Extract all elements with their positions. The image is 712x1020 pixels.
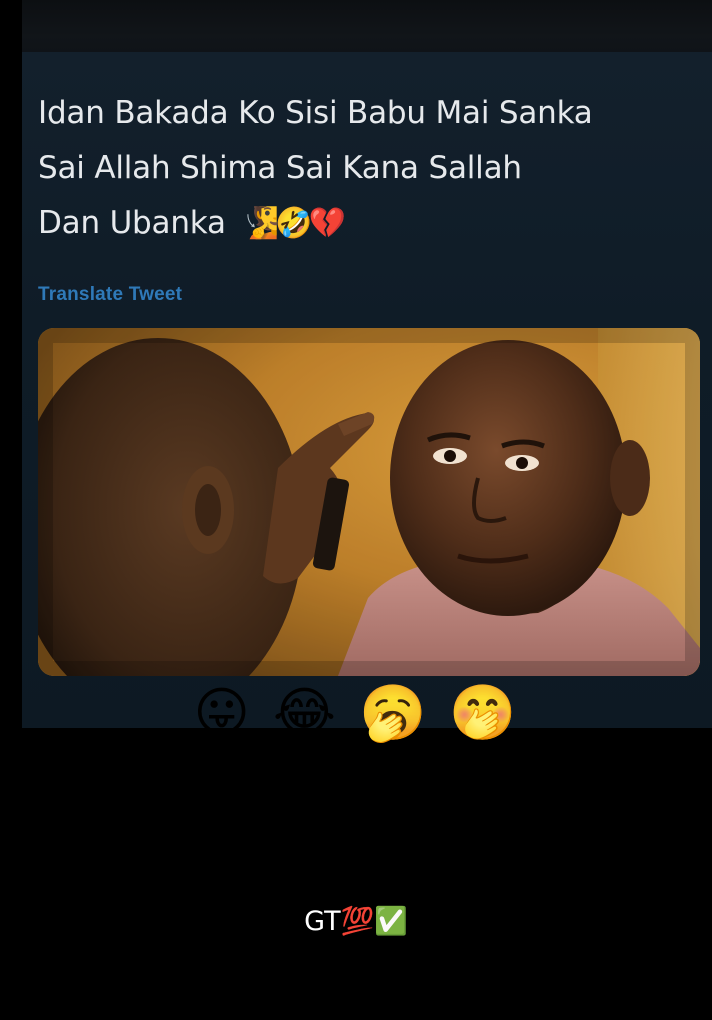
tweet-emojis: 🧏🤣💔 bbox=[241, 206, 346, 241]
tears-of-joy-emoji-icon: 😂 bbox=[272, 683, 338, 743]
tweet-text-line-3: Dan Ubanka 🧏🤣💔 bbox=[38, 196, 678, 251]
tweet-text: Idan Bakada Ko Sisi Babu Mai Sanka Sai A… bbox=[38, 86, 678, 251]
tweet-text-line-1: Idan Bakada Ko Sisi Babu Mai Sanka bbox=[38, 95, 593, 131]
caption-text: GT bbox=[304, 906, 341, 937]
tongue-out-emoji-icon: 😛 bbox=[193, 683, 252, 743]
reaction-emoji-row: 😛 😂 🥱 🤭 bbox=[0, 682, 712, 744]
screen: Idan Bakada Ko Sisi Babu Mai Sanka Sai A… bbox=[0, 0, 712, 1020]
tweet-card: Idan Bakada Ko Sisi Babu Mai Sanka Sai A… bbox=[22, 52, 712, 728]
hand-over-mouth-emoji-icon: 🤭 bbox=[449, 683, 519, 743]
video-still-image bbox=[38, 328, 700, 676]
yawning-emoji-icon: 🥱 bbox=[358, 683, 429, 743]
tweet-media-image[interactable] bbox=[38, 328, 700, 676]
left-edge bbox=[0, 0, 22, 1020]
tweet-text-line-3-words: Dan Ubanka bbox=[38, 205, 226, 241]
hundred-check-emoji-icon: 💯✅ bbox=[340, 906, 408, 937]
caption: GT💯✅ bbox=[0, 898, 712, 946]
tweet-text-line-2: Sai Allah Shima Sai Kana Sallah bbox=[38, 150, 522, 186]
top-strip bbox=[22, 0, 712, 52]
translate-tweet-link[interactable]: Translate Tweet bbox=[38, 284, 182, 306]
